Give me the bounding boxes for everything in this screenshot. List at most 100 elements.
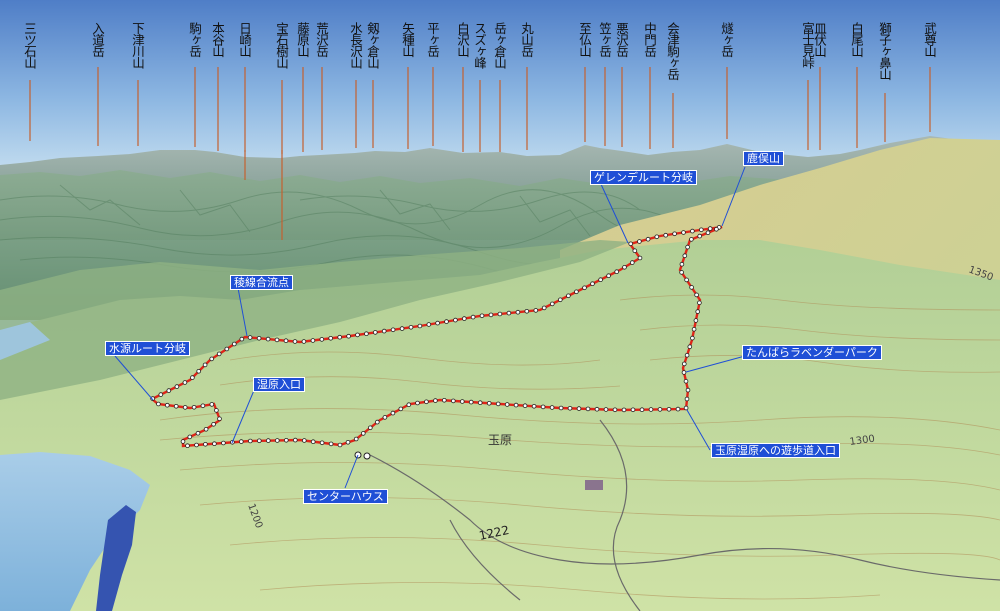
route-waypoint bbox=[433, 398, 438, 403]
route-waypoint bbox=[372, 330, 378, 335]
route-waypoint bbox=[690, 335, 695, 341]
route-waypoint bbox=[301, 339, 307, 344]
peak-name: 三ツ石山 bbox=[22, 22, 37, 68]
route-waypoint bbox=[364, 331, 369, 337]
route-waypoint bbox=[585, 406, 591, 412]
peak-name: 白沢山 bbox=[455, 22, 470, 57]
peak-name: 武尊山 bbox=[922, 22, 937, 57]
route-waypoint bbox=[165, 402, 170, 408]
route-waypoint bbox=[672, 231, 677, 237]
route-waypoint bbox=[156, 401, 161, 407]
route-waypoint bbox=[459, 399, 465, 404]
route-waypoint bbox=[470, 314, 476, 320]
route-waypoint bbox=[705, 230, 711, 236]
peak-name: 駒ヶ岳 bbox=[187, 22, 202, 57]
route-waypoint bbox=[274, 438, 280, 443]
route-waypoint bbox=[663, 232, 668, 238]
route-waypoint bbox=[345, 439, 351, 445]
route-waypoint bbox=[398, 406, 404, 412]
route-waypoint bbox=[239, 336, 245, 342]
route-waypoint bbox=[292, 437, 298, 443]
route-waypoint bbox=[689, 285, 694, 290]
route-waypoint bbox=[367, 425, 373, 431]
route-waypoint bbox=[185, 443, 190, 449]
map-view[interactable]: 玉原 1222 1300 1200 1350 三ツ石山 入道岳 下津川山 駒ヶ岳 本谷山… bbox=[0, 0, 1000, 611]
route-waypoint bbox=[265, 336, 271, 342]
route-waypoint bbox=[691, 326, 697, 332]
peak-name: 本谷山 bbox=[210, 22, 225, 57]
route-waypoint bbox=[582, 285, 587, 291]
route-waypoint bbox=[196, 368, 202, 374]
route-waypoint bbox=[337, 334, 343, 340]
route-waypoint bbox=[707, 226, 713, 231]
route-waypoint bbox=[381, 328, 387, 334]
route-waypoint bbox=[468, 399, 474, 405]
route-waypoint bbox=[567, 405, 573, 411]
peak-name: 矢種山 bbox=[400, 22, 415, 57]
route-waypoint bbox=[337, 442, 343, 448]
route-waypoint bbox=[441, 397, 447, 403]
label-kanomatayama: 鹿俣山 bbox=[743, 151, 784, 166]
peak-name: 会津駒ヶ岳 bbox=[665, 22, 680, 80]
route-waypoint bbox=[426, 322, 432, 327]
route-waypoint bbox=[654, 234, 660, 240]
route-waypoint bbox=[203, 441, 208, 447]
route-waypoint bbox=[632, 248, 638, 254]
label-trail-entrance: 玉原湿原への遊歩道入口 bbox=[711, 443, 840, 458]
peak-name: 日崎山 bbox=[237, 22, 252, 57]
route-waypoint bbox=[697, 233, 702, 239]
route-waypoint bbox=[684, 352, 690, 358]
route-waypoint bbox=[690, 228, 695, 234]
route-waypoint bbox=[679, 261, 685, 267]
route-waypoint bbox=[209, 402, 215, 407]
peak-name: 水長沢山 bbox=[348, 22, 363, 68]
route-waypoint bbox=[684, 396, 690, 402]
route-waypoint bbox=[687, 344, 693, 350]
peak-name: 下津川山 bbox=[130, 22, 145, 68]
route-waypoint bbox=[515, 309, 521, 315]
route-waypoint bbox=[415, 400, 420, 406]
route-waypoint bbox=[283, 338, 289, 344]
route-waypoint bbox=[504, 402, 510, 407]
route-waypoint bbox=[683, 378, 689, 384]
label-gerende-route-junction: ゲレンデルート分岐 bbox=[590, 170, 697, 185]
route-waypoint bbox=[195, 430, 201, 436]
route-waypoint bbox=[190, 375, 195, 380]
route-waypoint bbox=[217, 416, 222, 422]
peak-name: 藤原山 bbox=[295, 22, 310, 57]
route-waypoint bbox=[685, 387, 691, 393]
route-waypoint bbox=[461, 316, 467, 321]
route-waypoint bbox=[200, 403, 206, 409]
peak-name: 至仏山 bbox=[577, 22, 592, 57]
route-waypoint bbox=[408, 324, 414, 330]
label-center-house: センターハウス bbox=[303, 489, 388, 504]
route-waypoint bbox=[203, 426, 209, 432]
route-endpoint-marker bbox=[363, 452, 371, 460]
route-waypoint bbox=[541, 305, 547, 311]
route-waypoint bbox=[248, 438, 253, 444]
route-waypoint bbox=[533, 308, 539, 313]
peak-name: 入道岳 bbox=[90, 22, 105, 57]
route-waypoint bbox=[682, 253, 688, 259]
route-waypoint bbox=[209, 356, 215, 362]
route-waypoint bbox=[695, 309, 700, 314]
route-waypoint bbox=[694, 292, 699, 298]
route-waypoint bbox=[450, 398, 456, 404]
peak-name: 剱ヶ倉山 bbox=[365, 22, 380, 68]
route-waypoint bbox=[606, 273, 611, 279]
route-waypoint bbox=[628, 241, 633, 247]
terrain-map: 玉原 1222 1300 1200 1350 bbox=[0, 0, 1000, 611]
peak-name: 丸山岳 bbox=[519, 22, 534, 57]
route-waypoint bbox=[645, 236, 651, 242]
route-waypoint bbox=[173, 403, 179, 409]
route-waypoint bbox=[495, 401, 501, 407]
route-waypoint bbox=[187, 434, 193, 440]
peak-name: 獅子ヶ鼻山 bbox=[877, 22, 892, 80]
building bbox=[585, 480, 603, 490]
route-waypoint bbox=[355, 332, 360, 338]
route-waypoint bbox=[576, 406, 582, 411]
route-waypoint bbox=[666, 406, 672, 412]
route-waypoint bbox=[390, 327, 396, 333]
route-waypoint bbox=[382, 415, 388, 420]
route-waypoint bbox=[346, 333, 351, 339]
